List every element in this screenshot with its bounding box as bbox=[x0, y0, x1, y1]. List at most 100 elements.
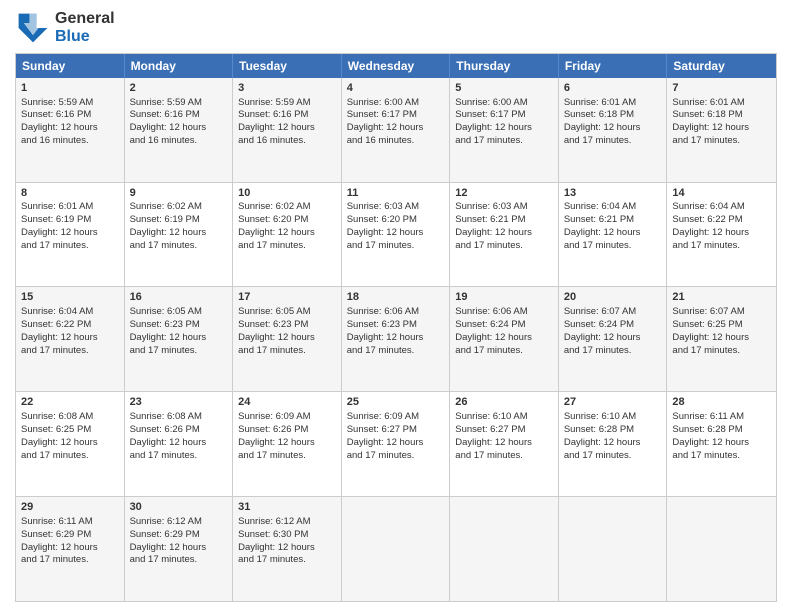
header-day-monday: Monday bbox=[125, 54, 234, 78]
daylight-minutes: and 16 minutes. bbox=[21, 135, 89, 146]
sunrise-label: Sunrise: 6:06 AM bbox=[347, 306, 419, 317]
sunset-label: Sunset: 6:23 PM bbox=[347, 319, 417, 330]
sunrise-label: Sunrise: 6:09 AM bbox=[347, 411, 419, 422]
daylight-minutes: and 17 minutes. bbox=[21, 450, 89, 461]
day-number: 11 bbox=[347, 186, 445, 201]
sunrise-label: Sunrise: 6:12 AM bbox=[238, 516, 310, 527]
daylight-minutes: and 17 minutes. bbox=[564, 240, 632, 251]
daylight-minutes: and 17 minutes. bbox=[21, 345, 89, 356]
daylight-minutes: and 17 minutes. bbox=[672, 135, 740, 146]
day-number: 30 bbox=[130, 500, 228, 515]
daylight-label: Daylight: 12 hours bbox=[130, 542, 207, 553]
calendar-row-2: 8Sunrise: 6:01 AMSunset: 6:19 PMDaylight… bbox=[16, 182, 776, 287]
sunset-label: Sunset: 6:21 PM bbox=[455, 214, 525, 225]
daylight-label: Daylight: 12 hours bbox=[21, 227, 98, 238]
day-cell-16: 16Sunrise: 6:05 AMSunset: 6:23 PMDayligh… bbox=[125, 287, 234, 391]
daylight-label: Daylight: 12 hours bbox=[238, 332, 315, 343]
daylight-minutes: and 17 minutes. bbox=[564, 450, 632, 461]
day-number: 4 bbox=[347, 81, 445, 96]
calendar: SundayMondayTuesdayWednesdayThursdayFrid… bbox=[15, 53, 777, 602]
daylight-label: Daylight: 12 hours bbox=[347, 437, 424, 448]
day-number: 20 bbox=[564, 290, 662, 305]
day-cell-7: 7Sunrise: 6:01 AMSunset: 6:18 PMDaylight… bbox=[667, 78, 776, 182]
day-cell-30: 30Sunrise: 6:12 AMSunset: 6:29 PMDayligh… bbox=[125, 497, 234, 601]
daylight-minutes: and 17 minutes. bbox=[455, 135, 523, 146]
day-number: 21 bbox=[672, 290, 771, 305]
day-cell-23: 23Sunrise: 6:08 AMSunset: 6:26 PMDayligh… bbox=[125, 392, 234, 496]
sunset-label: Sunset: 6:29 PM bbox=[130, 529, 200, 540]
calendar-body: 1Sunrise: 5:59 AMSunset: 6:16 PMDaylight… bbox=[16, 78, 776, 601]
day-cell-24: 24Sunrise: 6:09 AMSunset: 6:26 PMDayligh… bbox=[233, 392, 342, 496]
daylight-label: Daylight: 12 hours bbox=[672, 437, 749, 448]
daylight-minutes: and 16 minutes. bbox=[130, 135, 198, 146]
daylight-label: Daylight: 12 hours bbox=[564, 122, 641, 133]
sunset-label: Sunset: 6:26 PM bbox=[238, 424, 308, 435]
sunset-label: Sunset: 6:17 PM bbox=[455, 109, 525, 120]
sunset-label: Sunset: 6:23 PM bbox=[238, 319, 308, 330]
day-cell-28: 28Sunrise: 6:11 AMSunset: 6:28 PMDayligh… bbox=[667, 392, 776, 496]
day-number: 31 bbox=[238, 500, 336, 515]
daylight-label: Daylight: 12 hours bbox=[238, 227, 315, 238]
general-blue-logo-icon bbox=[15, 10, 51, 46]
day-cell-13: 13Sunrise: 6:04 AMSunset: 6:21 PMDayligh… bbox=[559, 183, 668, 287]
day-number: 19 bbox=[455, 290, 553, 305]
day-cell-20: 20Sunrise: 6:07 AMSunset: 6:24 PMDayligh… bbox=[559, 287, 668, 391]
day-number: 8 bbox=[21, 186, 119, 201]
day-number: 2 bbox=[130, 81, 228, 96]
daylight-label: Daylight: 12 hours bbox=[130, 227, 207, 238]
sunset-label: Sunset: 6:18 PM bbox=[672, 109, 742, 120]
daylight-minutes: and 17 minutes. bbox=[347, 240, 415, 251]
day-number: 18 bbox=[347, 290, 445, 305]
sunrise-label: Sunrise: 6:01 AM bbox=[672, 97, 744, 108]
sunset-label: Sunset: 6:29 PM bbox=[21, 529, 91, 540]
empty-cell-4-5 bbox=[559, 497, 668, 601]
calendar-row-5: 29Sunrise: 6:11 AMSunset: 6:29 PMDayligh… bbox=[16, 496, 776, 601]
day-cell-31: 31Sunrise: 6:12 AMSunset: 6:30 PMDayligh… bbox=[233, 497, 342, 601]
daylight-label: Daylight: 12 hours bbox=[455, 437, 532, 448]
sunrise-label: Sunrise: 5:59 AM bbox=[21, 97, 93, 108]
sunset-label: Sunset: 6:25 PM bbox=[21, 424, 91, 435]
day-number: 25 bbox=[347, 395, 445, 410]
sunset-label: Sunset: 6:21 PM bbox=[564, 214, 634, 225]
sunset-label: Sunset: 6:20 PM bbox=[347, 214, 417, 225]
page: General Blue SundayMondayTuesdayWednesda… bbox=[0, 0, 792, 612]
daylight-label: Daylight: 12 hours bbox=[455, 122, 532, 133]
sunset-label: Sunset: 6:19 PM bbox=[21, 214, 91, 225]
daylight-minutes: and 17 minutes. bbox=[238, 240, 306, 251]
day-cell-2: 2Sunrise: 5:59 AMSunset: 6:16 PMDaylight… bbox=[125, 78, 234, 182]
day-number: 27 bbox=[564, 395, 662, 410]
calendar-row-4: 22Sunrise: 6:08 AMSunset: 6:25 PMDayligh… bbox=[16, 391, 776, 496]
daylight-label: Daylight: 12 hours bbox=[238, 437, 315, 448]
day-cell-12: 12Sunrise: 6:03 AMSunset: 6:21 PMDayligh… bbox=[450, 183, 559, 287]
sunset-label: Sunset: 6:25 PM bbox=[672, 319, 742, 330]
day-cell-19: 19Sunrise: 6:06 AMSunset: 6:24 PMDayligh… bbox=[450, 287, 559, 391]
day-cell-6: 6Sunrise: 6:01 AMSunset: 6:18 PMDaylight… bbox=[559, 78, 668, 182]
sunrise-label: Sunrise: 6:06 AM bbox=[455, 306, 527, 317]
daylight-minutes: and 17 minutes. bbox=[238, 554, 306, 565]
sunset-label: Sunset: 6:24 PM bbox=[455, 319, 525, 330]
daylight-minutes: and 17 minutes. bbox=[21, 240, 89, 251]
day-number: 5 bbox=[455, 81, 553, 96]
day-cell-15: 15Sunrise: 6:04 AMSunset: 6:22 PMDayligh… bbox=[16, 287, 125, 391]
sunset-label: Sunset: 6:19 PM bbox=[130, 214, 200, 225]
sunrise-label: Sunrise: 6:03 AM bbox=[455, 201, 527, 212]
sunset-label: Sunset: 6:24 PM bbox=[564, 319, 634, 330]
empty-cell-4-4 bbox=[450, 497, 559, 601]
empty-cell-4-3 bbox=[342, 497, 451, 601]
day-cell-29: 29Sunrise: 6:11 AMSunset: 6:29 PMDayligh… bbox=[16, 497, 125, 601]
daylight-label: Daylight: 12 hours bbox=[130, 437, 207, 448]
day-cell-25: 25Sunrise: 6:09 AMSunset: 6:27 PMDayligh… bbox=[342, 392, 451, 496]
day-number: 9 bbox=[130, 186, 228, 201]
day-number: 1 bbox=[21, 81, 119, 96]
sunrise-label: Sunrise: 6:10 AM bbox=[564, 411, 636, 422]
daylight-minutes: and 17 minutes. bbox=[347, 450, 415, 461]
sunset-label: Sunset: 6:20 PM bbox=[238, 214, 308, 225]
day-cell-9: 9Sunrise: 6:02 AMSunset: 6:19 PMDaylight… bbox=[125, 183, 234, 287]
sunrise-label: Sunrise: 6:00 AM bbox=[455, 97, 527, 108]
daylight-label: Daylight: 12 hours bbox=[672, 332, 749, 343]
daylight-label: Daylight: 12 hours bbox=[21, 437, 98, 448]
calendar-row-3: 15Sunrise: 6:04 AMSunset: 6:22 PMDayligh… bbox=[16, 286, 776, 391]
daylight-label: Daylight: 12 hours bbox=[455, 227, 532, 238]
sunrise-label: Sunrise: 6:09 AM bbox=[238, 411, 310, 422]
daylight-minutes: and 17 minutes. bbox=[130, 345, 198, 356]
